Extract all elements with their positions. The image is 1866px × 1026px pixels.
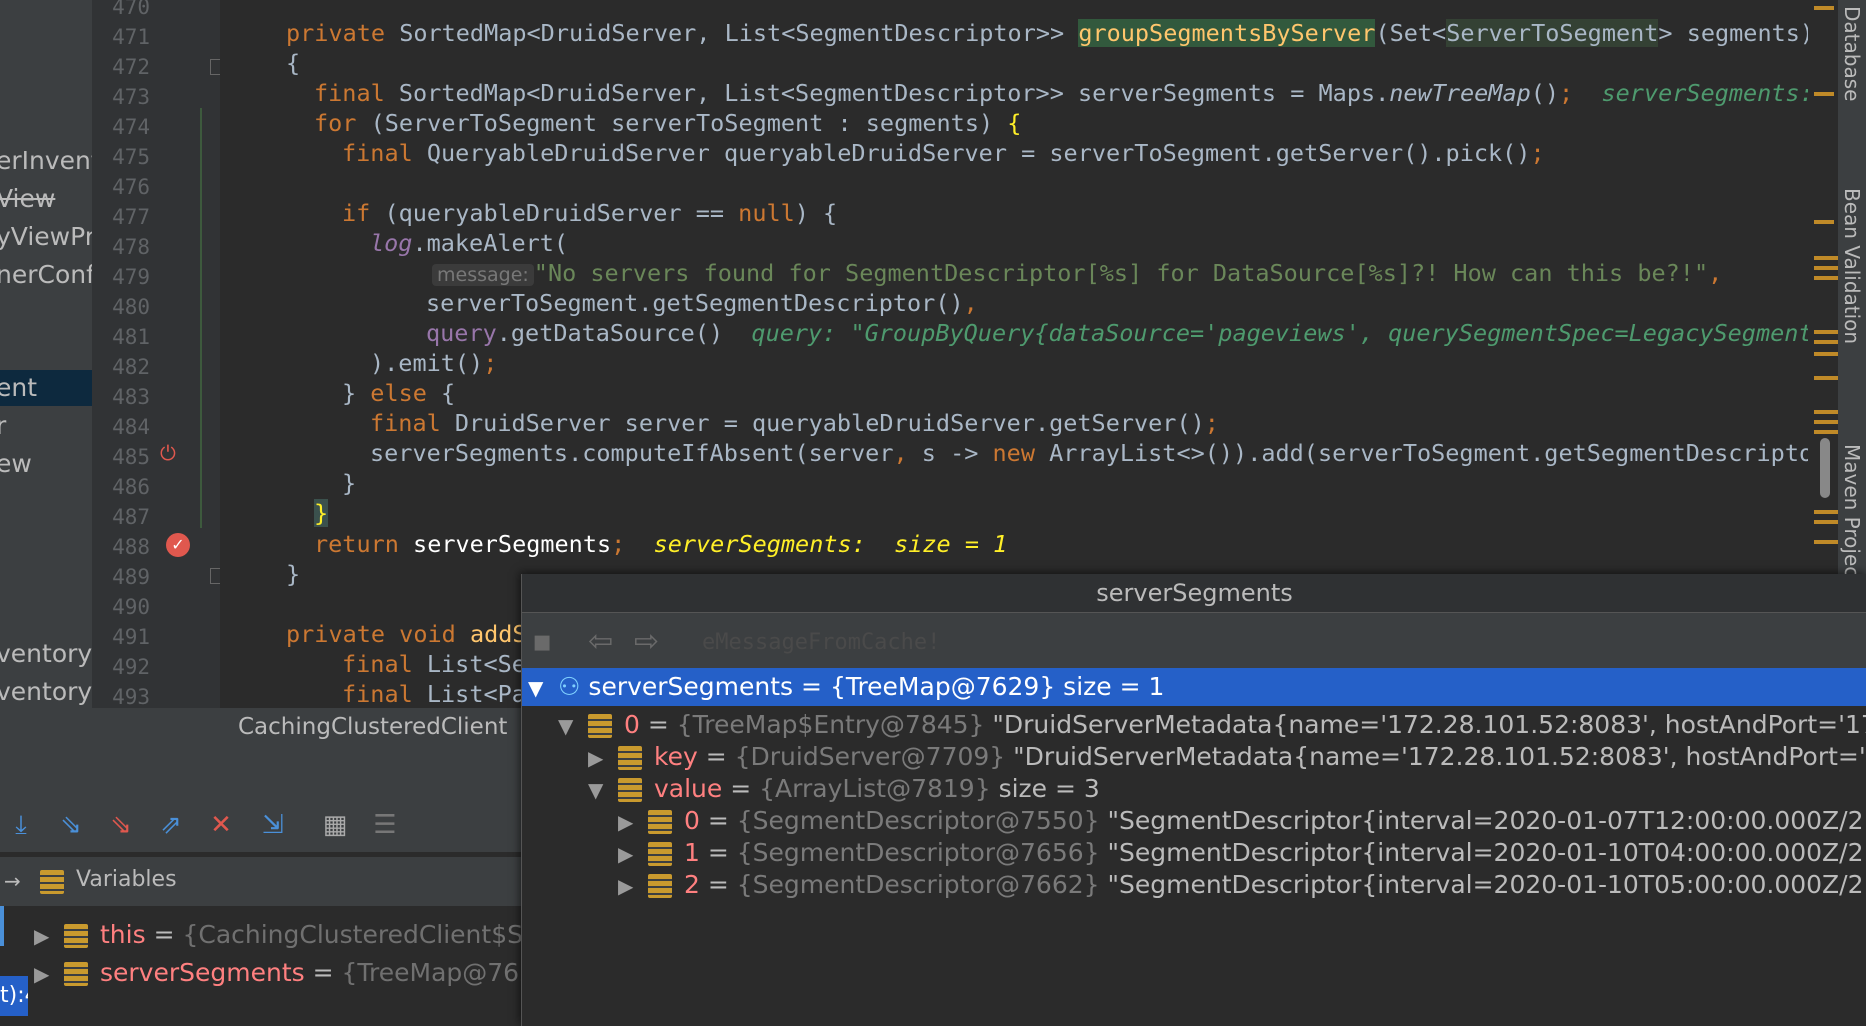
line-number: 482 [112,354,150,379]
line-number: 492 [112,654,150,679]
line-number: 471 [112,24,150,49]
inline-hint: query: "GroupByQuery{dataSource='pagevie… [751,319,1840,347]
variables-tree[interactable]: ▶ this = {CachingClusteredClient$S ▶ serve… [0,906,535,1026]
project-item[interactable]: erInvent [0,143,92,179]
stripe-mark[interactable] [1814,256,1838,260]
stripe-mark[interactable] [1814,330,1838,334]
stripe-mark[interactable] [1814,340,1838,344]
watch-icon: ⚇ [558,672,581,701]
step-into-icon[interactable]: ⇘ [54,808,88,842]
back-arrow-icon[interactable]: ⇦ [588,624,613,659]
line-number: 484 [112,414,150,439]
stripe-mark[interactable] [1814,420,1838,424]
stripe-mark[interactable] [1814,520,1838,524]
project-item[interactable]: nerConf [0,257,92,293]
line-number: 476 [112,174,150,199]
line-number: 491 [112,624,150,649]
alert-string: "No servers found for SegmentDescriptor[… [533,259,1709,287]
project-item[interactable]: r [0,408,92,444]
line-number: 489 [112,564,150,589]
line-number: 481 [112,324,150,349]
line-number: 473 [112,84,150,109]
return-hint: serverSegments: size = 1 [653,530,1008,558]
scrollbar-thumb[interactable] [1820,438,1830,498]
file-tab-label[interactable]: CachingClusteredClient [238,714,507,740]
change-marker [200,108,202,528]
tree-row[interactable]: ▶ 2 = {SegmentDescriptor@7662} "SegmentDe… [522,866,1866,904]
debugger-header [0,752,525,799]
drop-frame-icon[interactable]: ✕ [204,808,238,842]
line-number: 474 [112,114,150,139]
variable-row[interactable]: ▶ this = {CachingClusteredClient$S [0,916,523,954]
line-number: 486 [112,474,150,499]
variables-label: Variables [76,867,177,892]
step-out-icon[interactable]: ⇗ [154,808,188,842]
method-name: groupSegmentsByServer [1078,19,1376,47]
evaluate-expression-icon[interactable]: ▦ [318,808,352,842]
frame-item[interactable]: t):4 [0,976,28,1016]
stripe-mark[interactable] [1814,220,1834,224]
editor-tab-bar: CachingClusteredClient [0,708,525,752]
forward-arrow-icon[interactable]: ⇨ [634,624,659,659]
popup-toolbar: ▪ ⇦ ⇨ eMessageFromCache! [522,612,1866,676]
step-over-icon[interactable]: ⤓ [4,808,38,842]
restore-layout-icon[interactable]: → [4,869,21,893]
line-number: 483 [112,384,150,409]
breakpoint-lambda-icon[interactable]: ⏻ [160,441,176,465]
trace-icon[interactable]: ☰ [368,808,402,842]
database-tool-tab[interactable]: Database [1840,6,1864,101]
line-number: 487 [112,504,150,529]
line-number: 488 [112,534,150,559]
maven-projects-tool-tab[interactable]: Maven Projects [1840,444,1864,596]
stripe-mark[interactable] [1814,6,1834,10]
project-item[interactable]: ew [0,446,92,482]
line-number: 472 [112,54,150,79]
bean-validation-tool-tab[interactable]: Bean Validation [1840,188,1864,344]
popup-title: serverSegments [522,574,1866,613]
line-number: 475 [112,144,150,169]
project-item-selected[interactable]: ent [0,370,92,406]
line-number: 470 [112,0,150,19]
stripe-mark[interactable] [1814,410,1838,414]
variables-icon [40,870,64,894]
error-stripe[interactable] [1808,0,1838,580]
stripe-mark[interactable] [1814,540,1838,544]
project-item[interactable]: ventoryV [0,674,92,710]
variable-inspector-popup[interactable]: serverSegments ▪ ⇦ ⇨ eMessageFromCache! … [521,574,1866,1026]
popup-tree[interactable]: ▼ ⚇ serverSegments = {TreeMap@7629} size =… [522,668,1866,1026]
stripe-mark[interactable] [1814,510,1838,514]
force-step-into-icon[interactable]: ⇘ [104,808,138,842]
ghost-code: eMessageFromCache! [702,630,941,655]
stripe-mark[interactable] [1814,430,1838,434]
scroll-marker [0,906,4,946]
line-number: 478 [112,234,150,259]
line-number: 490 [112,594,150,619]
navigate-icon[interactable]: ▪ [532,624,552,659]
stripe-mark[interactable] [1814,276,1838,280]
stripe-mark[interactable] [1814,376,1838,380]
stripe-mark[interactable] [1814,266,1838,270]
variable-row[interactable]: ▶ serverSegments = {TreeMap@762 [0,954,535,992]
inline-hint: serverSegments: [1601,79,1814,107]
param-hint: message: [432,264,534,286]
tree-row-root[interactable]: ▼ ⚇ serverSegments = {TreeMap@7629} size =… [522,668,1866,706]
line-number: 485 [112,444,150,469]
project-item[interactable]: View [0,181,92,217]
line-number: 479 [112,264,150,289]
stripe-mark[interactable] [1814,352,1838,356]
line-number: 477 [112,204,150,229]
right-tool-strip: Database Bean Validation Maven Projects [1838,0,1866,596]
project-item[interactable]: yViewPro [0,219,92,255]
variables-header: → Variables [0,856,525,907]
project-panel: erInvent View yViewPro nerConf ent r ew … [0,0,92,745]
line-number: 480 [112,294,150,319]
breakpoint-icon[interactable]: ✓ [166,533,190,557]
project-item[interactable]: ventory [0,636,92,672]
stripe-mark[interactable] [1814,92,1834,96]
run-to-cursor-icon[interactable]: ⇲ [256,808,290,842]
